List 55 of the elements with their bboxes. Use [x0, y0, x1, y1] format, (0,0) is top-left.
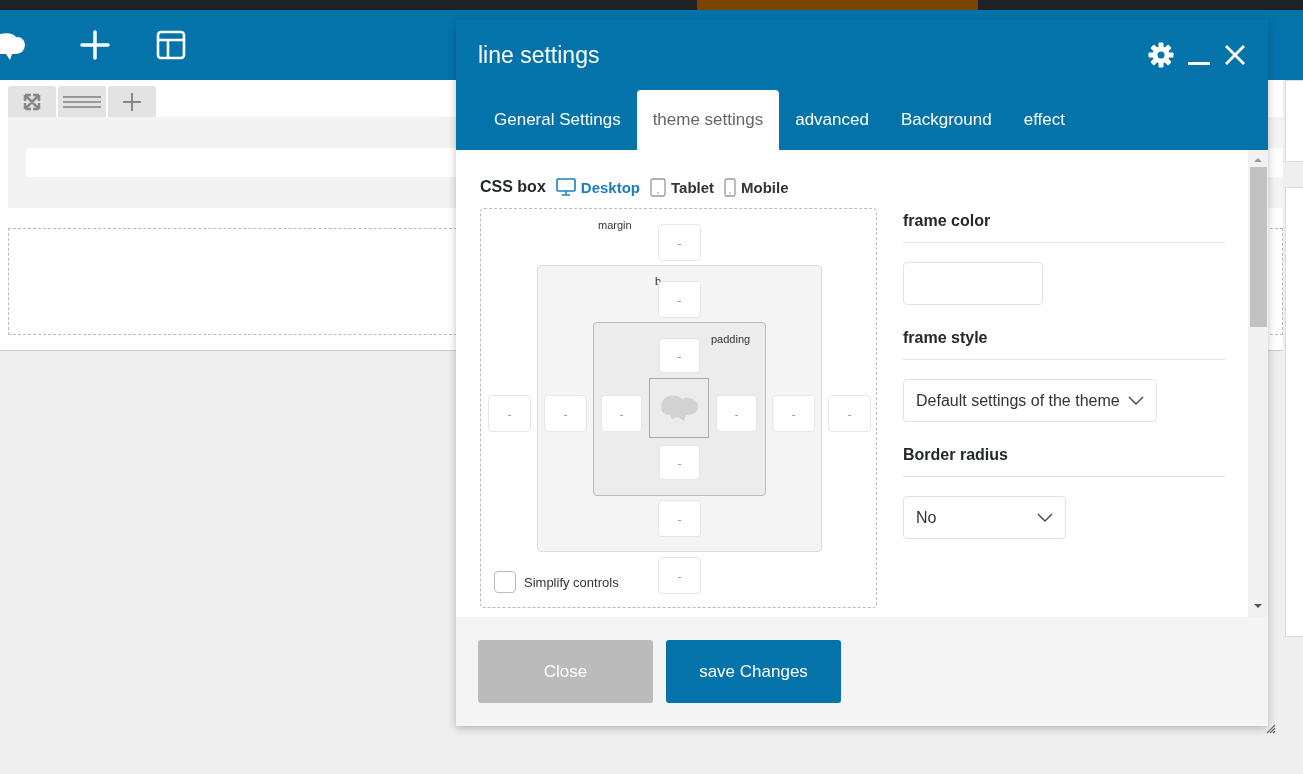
gear-icon — [1148, 42, 1174, 68]
scroll-down-icon[interactable] — [1254, 604, 1262, 608]
value-field[interactable]: - — [772, 395, 815, 432]
value-field[interactable]: - — [544, 395, 587, 432]
tab[interactable]: theme settings — [636, 90, 780, 150]
add-icon[interactable] — [80, 30, 110, 60]
value-field[interactable]: - — [659, 338, 700, 373]
minimize-icon — [1188, 61, 1210, 65]
checkbox-label: Simplify controls — [524, 574, 619, 590]
value-field[interactable]: - — [716, 395, 757, 432]
save-button[interactable]: save Changes — [666, 640, 841, 703]
select-field[interactable]: No — [903, 496, 1066, 539]
phone-icon — [724, 177, 737, 197]
monitor-icon — [555, 178, 576, 196]
color-field[interactable] — [903, 262, 1043, 305]
value-field[interactable]: - — [658, 224, 701, 261]
resize-grip-icon[interactable] — [1266, 724, 1276, 734]
settings-button[interactable] — [1148, 42, 1174, 68]
chevron-down-icon — [1037, 512, 1053, 523]
tablet-icon — [650, 177, 666, 197]
checkbox[interactable] — [494, 571, 516, 593]
tab[interactable]: advanced — [779, 90, 885, 150]
value-field[interactable]: - — [658, 281, 701, 318]
field-label: frame style — [903, 329, 1225, 360]
scrollbar[interactable] — [1248, 150, 1268, 617]
chevron-down-icon — [1127, 395, 1144, 406]
close-button[interactable] — [1224, 44, 1246, 66]
dialog-title: line settings — [478, 41, 601, 69]
expand-button[interactable] — [8, 86, 56, 117]
field-label: Border radius — [903, 446, 1225, 477]
padding-label: padding — [711, 333, 751, 345]
section-label: CSS box — [480, 178, 546, 196]
value-field[interactable]: - — [658, 557, 701, 594]
device-tab[interactable]: Desktop — [555, 178, 640, 196]
cloud-icon — [658, 393, 700, 423]
tab[interactable]: effect — [1007, 90, 1081, 150]
value-field[interactable]: - — [488, 395, 531, 432]
field-label: frame color — [903, 212, 1225, 243]
value-field[interactable]: - — [828, 395, 871, 432]
layout-icon[interactable] — [156, 30, 186, 60]
value-field[interactable]: - — [659, 445, 700, 480]
add-button[interactable] — [108, 86, 156, 117]
close-icon — [1224, 44, 1246, 66]
value-field[interactable]: - — [601, 395, 642, 432]
tab[interactable]: General Settings — [478, 90, 637, 150]
drag-handle[interactable] — [58, 86, 106, 117]
tab[interactable]: Background — [884, 90, 1008, 150]
add-icon — [122, 91, 142, 112]
expand-icon — [23, 92, 41, 111]
value-field[interactable]: - — [658, 500, 701, 537]
device-tab[interactable]: Mobile — [724, 177, 789, 197]
device-tab[interactable]: Tablet — [650, 177, 715, 197]
margin-label: margin — [598, 219, 632, 231]
select-field[interactable]: Default settings of the theme — [903, 379, 1157, 422]
lines-icon — [63, 93, 101, 110]
